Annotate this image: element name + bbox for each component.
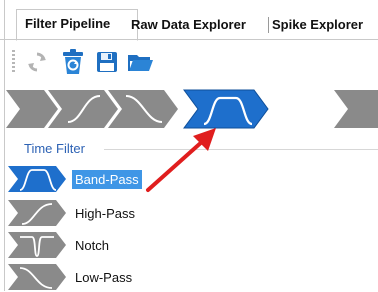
notch-icon: [8, 232, 66, 258]
filter-label: Band-Pass: [72, 170, 142, 189]
toolbar-grip[interactable]: [12, 50, 15, 74]
open-folder-button[interactable]: [128, 48, 154, 76]
pipeline-step-low-pass[interactable]: [108, 90, 178, 128]
panel-left-border: [4, 0, 5, 291]
pipeline-step-band-pass[interactable]: [183, 89, 269, 129]
filter-label: High-Pass: [75, 206, 135, 221]
tab-strip: Filter Pipeline Raw Data Explorer Spike …: [0, 0, 378, 41]
band-pass-icon: [8, 166, 66, 192]
tab-raw-data-explorer[interactable]: Raw Data Explorer: [131, 12, 265, 38]
pipeline-step-high-pass[interactable]: [48, 90, 118, 128]
filter-label: Low-Pass: [75, 270, 133, 285]
save-button[interactable]: [94, 48, 120, 76]
tab-strip-border: [0, 39, 378, 40]
open-folder-icon: [128, 55, 153, 71]
tab-filter-pipeline[interactable]: Filter Pipeline: [16, 9, 138, 41]
pipeline-step-chevron[interactable]: [6, 90, 58, 128]
tab-spike-explorer[interactable]: Spike Explorer: [272, 12, 378, 38]
filter-item-band-pass[interactable]: Band-Pass: [6, 164, 166, 194]
section-title-time-filter: Time Filter: [24, 141, 85, 156]
pipeline-bar: [0, 86, 378, 132]
refresh-icon: [28, 52, 46, 72]
refresh-button[interactable]: [24, 48, 50, 76]
low-pass-icon: [8, 264, 66, 290]
filter-item-high-pass[interactable]: High-Pass: [6, 198, 166, 228]
save-icon: [97, 52, 117, 72]
recycle-bin-button[interactable]: [60, 48, 86, 76]
recycle-bin-icon: [63, 49, 83, 74]
filter-item-low-pass[interactable]: Low-Pass: [6, 262, 166, 292]
pipeline-step-empty[interactable]: [334, 90, 378, 128]
toolbar: [10, 46, 378, 78]
high-pass-icon: [8, 200, 66, 226]
filter-pipeline-panel: Filter Pipeline Raw Data Explorer Spike …: [0, 0, 378, 291]
tab-separator: [268, 17, 269, 33]
filter-label: Notch: [75, 238, 109, 253]
filter-item-notch[interactable]: Notch: [6, 230, 166, 260]
section-divider: [104, 149, 378, 150]
